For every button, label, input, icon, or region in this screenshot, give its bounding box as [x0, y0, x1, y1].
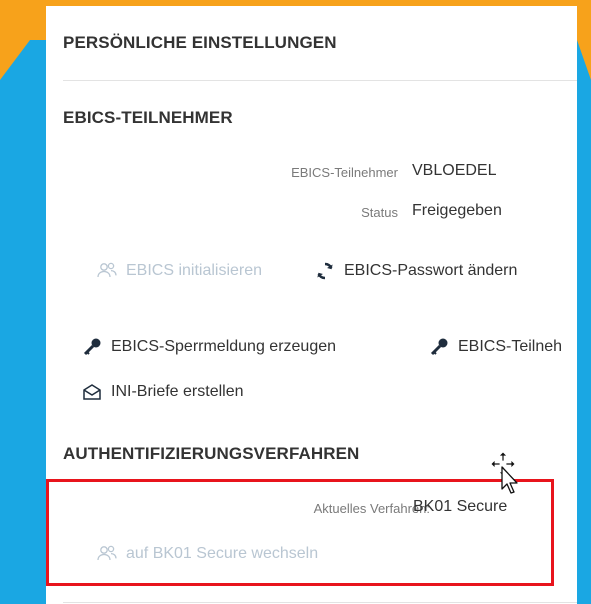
- ebics-participant-value: VBLOEDEL: [412, 162, 497, 179]
- status-label: Status: [361, 205, 398, 220]
- key-icon: [81, 337, 103, 357]
- status-value: Freigegeben: [412, 202, 502, 219]
- ini-letters-label: INI-Briefe erstellen: [111, 383, 244, 400]
- ebics-participant-label: EBICS-Teilnehmer: [291, 165, 398, 180]
- ebics-initialize-button[interactable]: EBICS initialisieren: [96, 261, 262, 281]
- ini-letters-button[interactable]: INI-Briefe erstellen: [81, 382, 244, 402]
- ebics-change-password-button[interactable]: EBICS-Passwort ändern: [314, 261, 517, 281]
- ebics-change-password-label: EBICS-Passwort ändern: [344, 262, 518, 279]
- authentication-method-title: AUTHENTIFIZIERUNGSVERFAHREN: [63, 444, 360, 463]
- users-icon: [96, 261, 118, 281]
- ebics-initialize-label: EBICS initialisieren: [126, 262, 263, 279]
- ebics-participant-title: EBICS-TEILNEHMER: [63, 108, 233, 127]
- key-icon: [428, 337, 450, 357]
- highlight-frame: [46, 479, 554, 586]
- move-cursor-icon: [488, 451, 522, 501]
- section-divider: [63, 80, 577, 81]
- ebics-lock-message-button[interactable]: EBICS-Sperrmeldung erzeugen: [81, 337, 336, 357]
- envelope-icon: [81, 382, 103, 402]
- ebics-participant-action-button[interactable]: EBICS-Teilneh: [428, 337, 562, 357]
- background-orange-wedge-left: [0, 40, 30, 80]
- ebics-participant-action-label: EBICS-Teilneh: [458, 338, 563, 355]
- refresh-icon: [314, 261, 336, 281]
- background-orange-wedge-right: [577, 40, 591, 80]
- bottom-divider: [63, 602, 577, 603]
- personal-settings-title: PERSÖNLICHE EINSTELLUNGEN: [63, 33, 337, 52]
- ebics-lock-message-label: EBICS-Sperrmeldung erzeugen: [111, 338, 337, 355]
